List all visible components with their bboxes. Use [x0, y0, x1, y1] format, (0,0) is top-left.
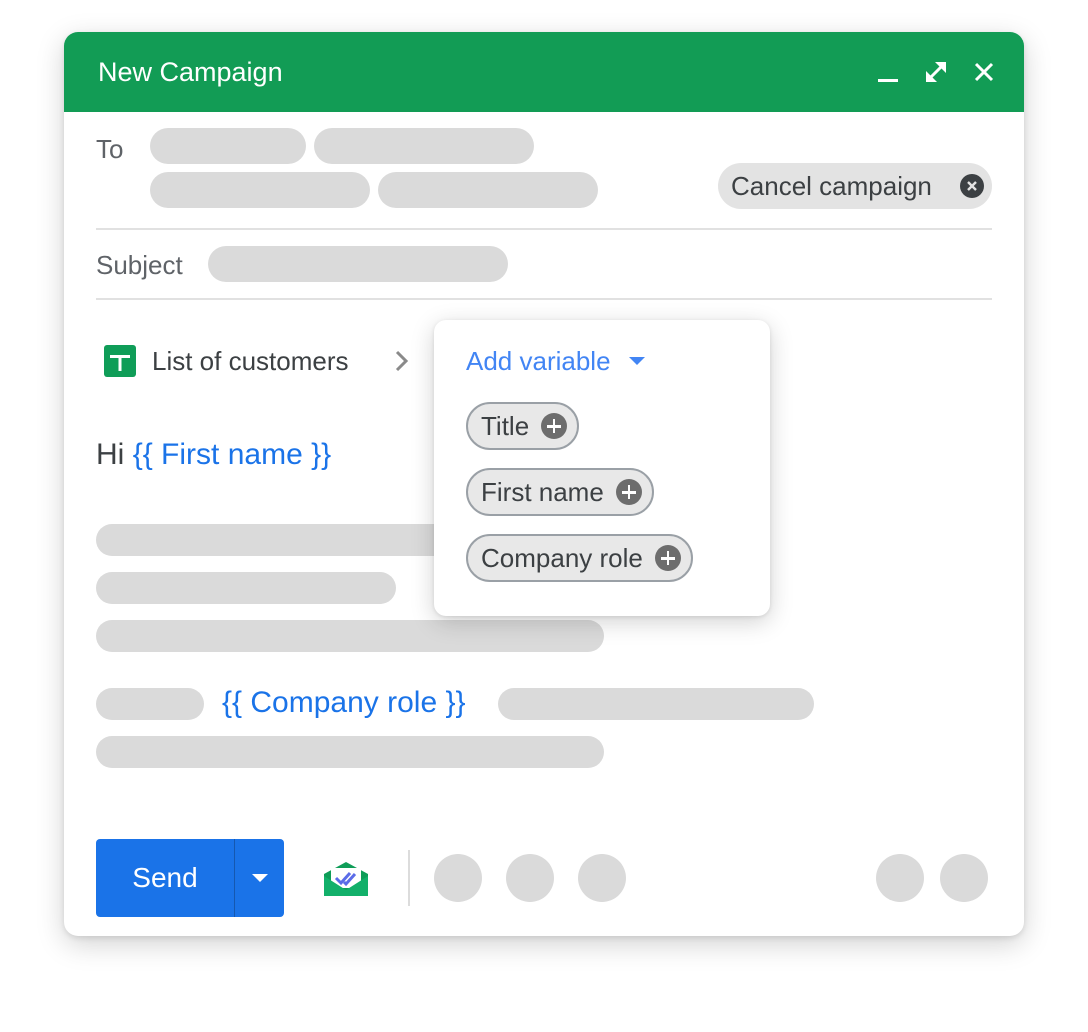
more-send-options-button[interactable] [235, 839, 284, 917]
body-line-placeholder [498, 688, 814, 720]
plus-icon [541, 413, 568, 439]
greeting-line: Hi {{ First name }} [96, 436, 331, 474]
variable-chip-company-role[interactable]: Company role [466, 534, 693, 582]
variable-chip-first-name[interactable]: First name [466, 468, 654, 516]
recipient-placeholder [150, 172, 370, 208]
toolbar-button-placeholder[interactable] [434, 854, 482, 902]
sheet-selector[interactable]: List of customers [104, 344, 349, 378]
first-name-variable[interactable]: {{ First name }} [133, 438, 331, 471]
close-icon[interactable] [968, 56, 1000, 88]
recipient-placeholder [378, 172, 598, 208]
body-line-placeholder [96, 620, 604, 652]
subject-label: Subject [96, 250, 183, 280]
divider [96, 298, 992, 300]
to-label: To [96, 134, 124, 164]
minimize-icon[interactable] [872, 56, 904, 88]
toolbar-button-placeholder[interactable] [506, 854, 554, 902]
add-variable-dropdown[interactable]: Add variable [466, 344, 645, 378]
send-button[interactable]: Send [96, 839, 234, 917]
variable-chip-label: First name [481, 476, 604, 507]
mail-merge-icon[interactable] [322, 860, 370, 903]
recipient-placeholder [150, 128, 306, 164]
expand-icon[interactable] [920, 56, 952, 88]
recipient-placeholder [314, 128, 534, 164]
greeting-text: Hi [96, 438, 125, 471]
plus-icon [654, 545, 681, 571]
divider [96, 228, 992, 230]
toolbar-button-placeholder[interactable] [876, 854, 924, 902]
toolbar-button-placeholder[interactable] [940, 854, 988, 902]
plus-icon [615, 479, 642, 505]
body-line-placeholder [96, 736, 604, 768]
title-bar: New Campaign [64, 32, 1024, 112]
subject-placeholder[interactable] [208, 246, 508, 282]
add-variable-label: Add variable [466, 346, 611, 376]
cancel-circle-icon[interactable] [960, 174, 984, 198]
add-variable-popup: Add variable Title First name Company ro… [434, 320, 770, 616]
window-title: New Campaign [98, 57, 283, 87]
toolbar-divider [408, 850, 410, 906]
variable-chip-label: Title [481, 410, 530, 441]
variable-chip-title[interactable]: Title [466, 402, 580, 450]
company-role-variable[interactable]: {{ Company role }} [222, 684, 466, 722]
caret-down-icon [252, 874, 268, 882]
sheet-name: List of customers [152, 345, 349, 376]
variable-chip-label: Company role [481, 542, 643, 573]
body-line-placeholder [96, 688, 204, 720]
cancel-campaign-chip[interactable]: Cancel campaign [718, 163, 992, 209]
body-line-placeholder [96, 572, 396, 604]
google-sheets-icon [104, 345, 136, 377]
cancel-campaign-label: Cancel campaign [731, 170, 932, 201]
send-button-group: Send [96, 839, 284, 917]
caret-down-icon [628, 357, 645, 365]
toolbar-button-placeholder[interactable] [578, 854, 626, 902]
chevron-right-icon[interactable] [394, 346, 410, 381]
